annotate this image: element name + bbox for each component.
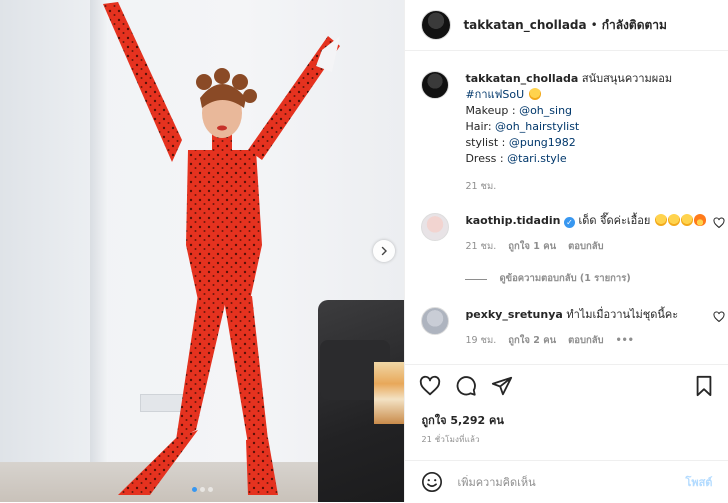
post-header: takkatan_chollada • กำลังติดตาม — [405, 0, 728, 51]
comment-avatar[interactable] — [421, 213, 450, 241]
reply-button[interactable]: ตอบกลับ — [568, 333, 604, 349]
carousel-dot — [208, 487, 213, 492]
chevron-right-icon — [381, 246, 387, 256]
caption-username[interactable]: takkatan_chollada — [465, 72, 578, 85]
caption-avatar[interactable] — [421, 71, 450, 99]
instagram-post-modal: takkatan_chollada • กำลังติดตาม takkatan… — [0, 0, 728, 502]
likes-count[interactable]: ถูกใจ 5,292 คน — [421, 411, 503, 429]
credit-handle[interactable]: @oh_hairstylist — [495, 120, 579, 133]
add-comment-bar: โพสต์ — [405, 460, 728, 503]
smiley-icon[interactable] — [421, 471, 443, 493]
comment-icon[interactable] — [455, 375, 477, 397]
post-actions: ถูกใจ 5,292 คน 21 ชั่วโมงที่แล้ว — [405, 364, 728, 444]
comment-avatar[interactable] — [421, 307, 450, 335]
comment-text: ทำไมเมื่อวานไม่ชุดนี้คะ — [566, 308, 679, 321]
comment-likes[interactable]: ถูกใจ 1 คน — [508, 239, 556, 255]
comment-item: pexky_sretunya ทำไมเมื่อวานไม่ชุดนี้คะ 1… — [421, 307, 725, 349]
carousel-dot — [192, 487, 197, 492]
comments-area[interactable]: takkatan_chollada สนับสนุนความผอม #กาแฟS… — [405, 51, 728, 364]
comment-time[interactable]: 19 ชม. — [465, 333, 496, 349]
credit-label: Hair: — [465, 120, 496, 133]
credit-label: Makeup : — [465, 104, 520, 117]
comment-like-icon[interactable] — [713, 311, 725, 323]
caption-hashtag[interactable]: #กาแฟSoU — [465, 88, 524, 101]
comment-input[interactable] — [455, 474, 640, 490]
following-button[interactable]: กำลังติดตาม — [602, 16, 667, 35]
replies-line — [465, 278, 488, 280]
emoji-icon — [680, 214, 693, 226]
verified-badge-icon: ✓ — [563, 217, 575, 228]
comment-likes[interactable]: ถูกใจ 2 คน — [508, 333, 556, 349]
comment-item: kaothip.tidadin ✓ เด็ด จึ๊ดค่ะเอื้อย 21 … — [421, 213, 725, 287]
comment-username[interactable]: kaothip.tidadin — [465, 214, 560, 227]
comment-like-icon[interactable] — [713, 217, 725, 229]
header-separator: • — [590, 18, 598, 32]
post-timestamp[interactable]: 21 ชั่วโมงที่แล้ว — [421, 433, 479, 446]
caption-text: สนับสนุนความผอม — [581, 72, 673, 85]
post-side-panel: takkatan_chollada • กำลังติดตาม takkatan… — [404, 0, 728, 502]
carousel-indicator — [0, 487, 404, 492]
emoji-icon — [667, 214, 680, 226]
reply-button[interactable]: ตอบกลับ — [568, 239, 604, 255]
more-options-icon[interactable]: ••• — [616, 333, 634, 349]
model-figure — [103, 2, 340, 495]
credit-label: Dress : — [465, 152, 508, 165]
credit-handle[interactable]: @tari.style — [507, 152, 567, 165]
caption: takkatan_chollada สนับสนุนความผอม #กาแฟS… — [421, 71, 715, 195]
share-icon[interactable] — [491, 375, 513, 397]
author-avatar[interactable] — [421, 10, 452, 40]
credit-handle[interactable]: @pung1982 — [509, 136, 576, 149]
caption-time[interactable]: 21 ชม. — [465, 179, 496, 195]
emoji-icon — [528, 88, 541, 100]
fire-emoji-icon — [693, 214, 706, 226]
heart-icon[interactable] — [419, 375, 441, 397]
comment-text: เด็ด จึ๊ดค่ะเอื้อย — [578, 214, 651, 227]
author-username[interactable]: takkatan_chollada — [463, 18, 586, 32]
credit-handle[interactable]: @oh_sing — [519, 104, 572, 117]
credit-label: stylist : — [465, 136, 509, 149]
view-replies-button[interactable]: ดูข้อความตอบกลับ (1 รายการ) — [499, 271, 630, 287]
post-comment-button[interactable]: โพสต์ — [685, 473, 712, 491]
comment-username[interactable]: pexky_sretunya — [465, 308, 562, 321]
comment-time[interactable]: 21 ชม. — [465, 239, 496, 255]
carousel-dot — [200, 487, 205, 492]
post-photo[interactable] — [0, 0, 405, 502]
carousel-next-button[interactable] — [373, 240, 395, 262]
bookmark-icon[interactable] — [694, 375, 714, 397]
emoji-icon — [654, 214, 667, 226]
